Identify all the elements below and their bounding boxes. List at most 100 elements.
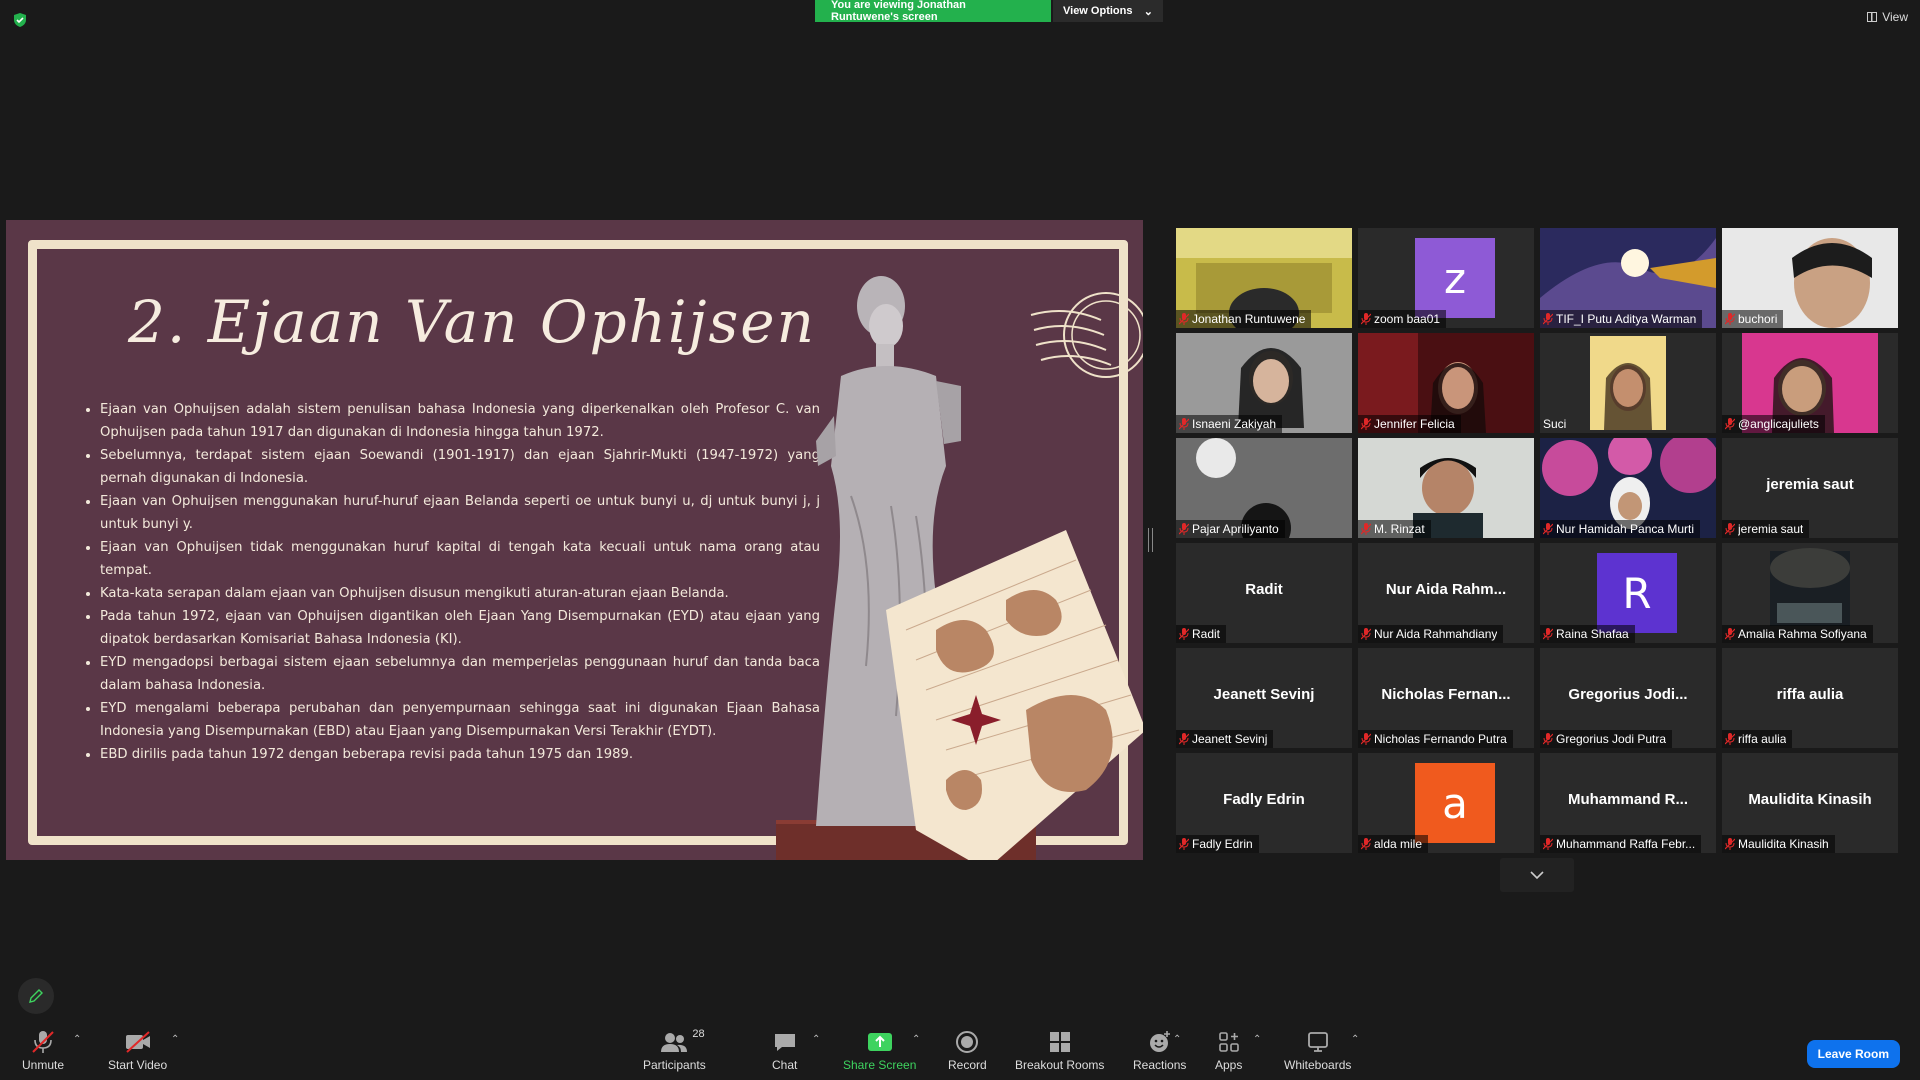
participant-name-bar: riffa aulia	[1722, 730, 1793, 748]
participant-tile[interactable]: TIF_I Putu Aditya Warman	[1540, 228, 1716, 328]
participant-tile[interactable]: M. Rinzat	[1358, 438, 1534, 538]
mic-muted-icon	[1179, 838, 1189, 850]
security-shield-icon[interactable]	[12, 12, 28, 28]
participants-label: Participants	[643, 1058, 706, 1072]
participant-name-bar: alda mile	[1358, 835, 1429, 853]
participant-name-bar: Maulidita Kinasih	[1722, 835, 1835, 853]
breakout-rooms-button[interactable]: Breakout Rooms	[1015, 1030, 1104, 1072]
participant-name: Amalia Rahma Sofiyana	[1738, 627, 1867, 641]
gallery-next-page-button[interactable]	[1500, 858, 1574, 892]
participant-tile[interactable]: Muhammand R... Muhammand Raffa Febr...	[1540, 753, 1716, 853]
participant-display-name: Jeanett Sevinj	[1213, 686, 1315, 703]
participant-name-bar: Nur Aida Rahmahdiany	[1358, 625, 1504, 643]
mic-muted-icon	[1179, 523, 1189, 535]
whiteboards-button[interactable]: Whiteboards	[1284, 1030, 1351, 1072]
record-button[interactable]: Record	[948, 1030, 987, 1072]
participant-tile[interactable]: Jeanett Sevinj Jeanett Sevinj	[1176, 648, 1352, 748]
participant-tile[interactable]: Isnaeni Zakiyah	[1176, 333, 1352, 433]
slide-bullet: EBD dirilis pada tahun 1972 dengan beber…	[100, 743, 820, 766]
slide-bullet: Kata-kata serapan dalam ejaan van Ophuij…	[100, 582, 820, 605]
reactions-options-caret[interactable]: ⌃	[1173, 1034, 1181, 1045]
participant-name-bar: Nur Hamidah Panca Murti	[1540, 520, 1701, 538]
participants-count: 28	[692, 1028, 705, 1040]
participant-tile[interactable]: a alda mile	[1358, 753, 1534, 853]
participant-tile[interactable]: z zoom baa01	[1358, 228, 1534, 328]
mic-muted-icon	[1543, 313, 1553, 325]
participant-tile[interactable]: Pajar Apriliyanto	[1176, 438, 1352, 538]
participant-name: Raina Shafaa	[1556, 627, 1629, 641]
participant-tile[interactable]: @anglicajuliets	[1722, 333, 1898, 433]
participant-tile[interactable]: Gregorius Jodi... Gregorius Jodi Putra	[1540, 648, 1716, 748]
mic-muted-icon	[1361, 733, 1371, 745]
participant-tile[interactable]: Jennifer Felicia	[1358, 333, 1534, 433]
participant-tile[interactable]: buchori	[1722, 228, 1898, 328]
reactions-label: Reactions	[1133, 1058, 1187, 1072]
participant-tile[interactable]: Maulidita Kinasih Maulidita Kinasih	[1722, 753, 1898, 853]
mic-muted-icon	[1179, 313, 1189, 325]
participant-tile[interactable]: Amalia Rahma Sofiyana	[1722, 543, 1898, 643]
chat-options-caret[interactable]: ⌃	[812, 1034, 820, 1045]
view-options-label: View Options	[1063, 5, 1133, 17]
mic-muted-icon	[1361, 523, 1371, 535]
chat-icon	[774, 1034, 795, 1051]
participant-name-bar: Muhammand Raffa Febr...	[1540, 835, 1702, 853]
share-options-caret[interactable]: ⌃	[912, 1034, 920, 1045]
view-button[interactable]: View	[1867, 10, 1908, 24]
view-options-button[interactable]: View Options ⌄	[1053, 0, 1163, 22]
record-icon	[956, 1031, 979, 1053]
participant-name-bar: Radit	[1176, 625, 1227, 643]
apps-button[interactable]: Apps	[1215, 1030, 1242, 1072]
split-view-resize-handle[interactable]	[1148, 528, 1153, 552]
leave-room-button[interactable]: Leave Room	[1806, 1040, 1900, 1068]
mic-muted-icon	[1543, 523, 1553, 535]
participant-name: riffa aulia	[1738, 732, 1787, 746]
participant-display-name: Gregorius Jodi...	[1568, 686, 1688, 703]
unmute-label: Unmute	[22, 1058, 65, 1072]
participant-tile-active-speaker[interactable]: Suci	[1540, 333, 1716, 433]
unmute-button[interactable]: Unmute	[22, 1030, 64, 1072]
participant-display-name: Fadly Edrin	[1223, 791, 1305, 808]
participant-name: Jeanett Sevinj	[1192, 732, 1268, 746]
participant-tile[interactable]: Nur Hamidah Panca Murti	[1540, 438, 1716, 538]
whiteboards-options-caret[interactable]: ⌃	[1351, 1034, 1359, 1045]
view-layout-icon	[1867, 12, 1878, 22]
participant-name-bar: buchori	[1722, 310, 1784, 328]
audio-options-caret[interactable]: ⌃	[73, 1034, 81, 1045]
participants-button[interactable]: 28 Participants	[643, 1028, 706, 1072]
mic-muted-icon	[1543, 733, 1553, 745]
participant-tile[interactable]: Nur Aida Rahm... Nur Aida Rahmahdiany	[1358, 543, 1534, 643]
chat-button[interactable]: Chat	[772, 1030, 797, 1072]
participant-name: Isnaeni Zakiyah	[1192, 417, 1277, 431]
apps-icon	[1218, 1032, 1239, 1052]
participant-name-bar: Jennifer Felicia	[1358, 415, 1461, 433]
avatar: R	[1597, 553, 1677, 633]
apps-options-caret[interactable]: ⌃	[1253, 1034, 1261, 1045]
treasure-map-illustration	[886, 530, 1143, 860]
share-screen-button[interactable]: Share Screen	[843, 1030, 916, 1072]
start-video-button[interactable]: Start Video	[108, 1030, 167, 1072]
whiteboard-icon	[1307, 1032, 1328, 1052]
participant-tile[interactable]: Jonathan Runtuwene	[1176, 228, 1352, 328]
participant-tile[interactable]: Nicholas Fernan... Nicholas Fernando Put…	[1358, 648, 1534, 748]
participant-name: TIF_I Putu Aditya Warman	[1556, 312, 1697, 326]
participant-tile[interactable]: R Raina Shafaa	[1540, 543, 1716, 643]
participant-name-bar: jeremia saut	[1722, 520, 1810, 538]
mic-muted-icon	[1361, 628, 1371, 640]
participant-display-name: Nur Aida Rahm...	[1385, 581, 1507, 598]
participant-name-bar: @anglicajuliets	[1722, 415, 1825, 433]
participant-tile[interactable]: jeremia saut jeremia saut	[1722, 438, 1898, 538]
participant-tile[interactable]: Radit Radit	[1176, 543, 1352, 643]
participant-tile[interactable]: riffa aulia riffa aulia	[1722, 648, 1898, 748]
mic-muted-icon	[32, 1031, 54, 1053]
annotate-button[interactable]	[18, 978, 54, 1014]
mic-muted-icon	[1361, 313, 1371, 325]
mic-muted-icon	[1725, 628, 1735, 640]
participant-tile[interactable]: Fadly Edrin Fadly Edrin	[1176, 753, 1352, 853]
mic-muted-icon	[1725, 523, 1735, 535]
video-off-icon	[125, 1031, 150, 1053]
participant-name: buchori	[1738, 312, 1778, 326]
participant-display-name: Nicholas Fernan...	[1381, 686, 1511, 703]
participant-name-bar: Raina Shafaa	[1540, 625, 1635, 643]
participant-display-name: riffa aulia	[1776, 686, 1844, 703]
video-options-caret[interactable]: ⌃	[171, 1034, 179, 1045]
